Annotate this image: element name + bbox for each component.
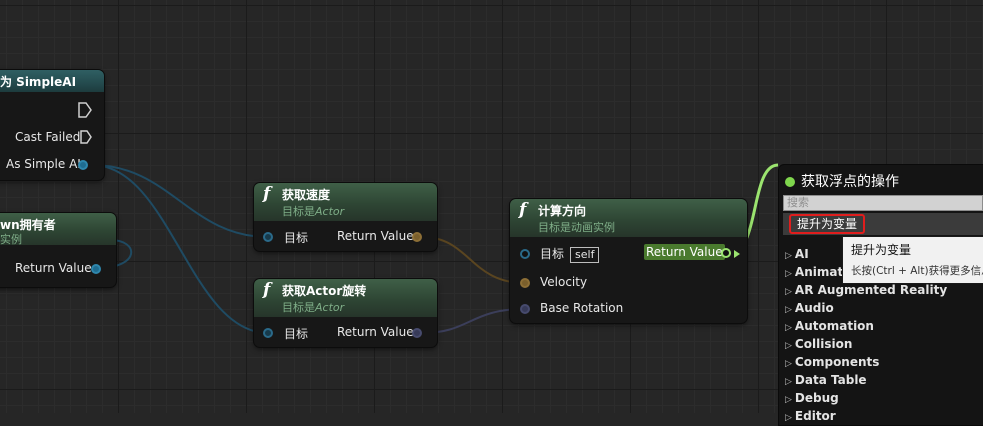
node-header: 为 SimpleAI bbox=[0, 70, 104, 92]
category-collision[interactable]: ▷ Collision bbox=[785, 337, 852, 351]
tooltip-hint: 长按(Ctrl + Alt)获得更多信息 bbox=[851, 265, 983, 277]
return-value-label: Return Value bbox=[644, 244, 725, 260]
node-header: f 获取速度 目标是Actor bbox=[254, 183, 437, 221]
as-simple-ai-label: As Simple AI bbox=[6, 157, 81, 171]
float-type-icon bbox=[785, 177, 795, 187]
tooltip-title: 提升为变量 bbox=[851, 243, 912, 257]
node-subtitle: 实例 bbox=[0, 233, 22, 246]
cast-failed-exec-pin[interactable] bbox=[80, 130, 92, 144]
node-title: 获取Actor旋转 bbox=[282, 284, 367, 298]
expand-triangle-icon: ▷ bbox=[785, 269, 792, 279]
target-label: 目标 bbox=[284, 231, 309, 245]
cast-to-simpleai-node[interactable]: 为 SimpleAI Cast Failed As Simple AI bbox=[0, 70, 104, 180]
category-audio[interactable]: ▷ Audio bbox=[785, 301, 834, 315]
self-default-value[interactable]: self bbox=[570, 247, 600, 263]
base-rotation-pin[interactable] bbox=[520, 304, 530, 314]
target-pin[interactable] bbox=[263, 232, 273, 242]
function-icon: f bbox=[263, 184, 271, 204]
return-value-label: Return Value bbox=[337, 229, 414, 243]
category-ai[interactable]: ▷ AI bbox=[785, 247, 809, 261]
category-data-table[interactable]: ▷ Data Table bbox=[785, 373, 867, 387]
return-value-label: Return Value bbox=[15, 261, 92, 275]
return-value-pin[interactable] bbox=[412, 232, 422, 242]
node-header: f 获取Actor旋转 目标是Actor bbox=[254, 279, 437, 317]
expand-triangle-icon: ▷ bbox=[785, 359, 792, 369]
expand-triangle-icon: ▷ bbox=[785, 251, 792, 261]
wire-cast-to-velocity-target bbox=[91, 164, 269, 238]
target-label: 目标 bbox=[284, 327, 309, 341]
node-subtitle: 目标是Actor bbox=[282, 205, 345, 218]
target-pin[interactable] bbox=[520, 249, 530, 259]
velocity-label: Velocity bbox=[540, 275, 588, 289]
node-header: f 计算方向 目标是动画实例 bbox=[510, 199, 747, 237]
get-velocity-node[interactable]: f 获取速度 目标是Actor 目标 Return Value bbox=[254, 183, 437, 251]
function-icon: f bbox=[263, 280, 271, 300]
category-debug[interactable]: ▷ Debug bbox=[785, 391, 839, 405]
cast-failed-label: Cast Failed bbox=[15, 130, 81, 144]
expand-triangle-icon: ▷ bbox=[785, 305, 792, 315]
function-icon: f bbox=[519, 200, 527, 220]
return-value-pin[interactable] bbox=[91, 264, 101, 274]
expand-triangle-icon: ▷ bbox=[785, 287, 792, 297]
menu-title: 获取浮点的操作 bbox=[785, 171, 899, 191]
velocity-pin[interactable] bbox=[520, 278, 530, 288]
node-title: 为 SimpleAI bbox=[0, 75, 77, 89]
category-automation[interactable]: ▷ Automation bbox=[785, 319, 874, 333]
base-rotation-label: Base Rotation bbox=[540, 301, 624, 315]
node-header: wn拥有者 实例 bbox=[0, 213, 116, 246]
search-input[interactable]: 搜索 bbox=[783, 195, 983, 211]
expand-triangle-icon: ▷ bbox=[785, 413, 792, 423]
node-title: 获取速度 bbox=[282, 188, 331, 202]
category-ar[interactable]: ▷ AR Augmented Reality bbox=[785, 283, 947, 297]
return-value-pin[interactable] bbox=[721, 248, 731, 258]
category-components[interactable]: ▷ Components bbox=[785, 355, 879, 369]
expand-triangle-icon: ▷ bbox=[785, 377, 792, 387]
return-value-label: Return Value bbox=[337, 325, 414, 339]
as-simple-ai-pin[interactable] bbox=[78, 160, 88, 170]
category-editor[interactable]: ▷ Editor bbox=[785, 409, 836, 423]
return-value-pin[interactable] bbox=[412, 328, 422, 338]
expand-triangle-icon: ▷ bbox=[785, 341, 792, 351]
expand-triangle-icon: ▷ bbox=[785, 395, 792, 405]
target-pin[interactable] bbox=[263, 328, 273, 338]
get-actor-rotation-node[interactable]: f 获取Actor旋转 目标是Actor 目标 Return Value bbox=[254, 279, 437, 347]
action-context-menu[interactable]: 获取浮点的操作 搜索 提升为变量 ▷ AI ▷ Animation ▷ AR Augm… bbox=[778, 164, 983, 426]
get-pawn-owner-node[interactable]: wn拥有者 实例 Return Value bbox=[0, 213, 116, 287]
node-subtitle: 目标是Actor bbox=[282, 301, 345, 314]
wire-cast-to-rotation-target bbox=[91, 164, 269, 334]
expand-triangle-icon: ▷ bbox=[785, 323, 792, 333]
promote-to-variable-item[interactable]: 提升为变量 bbox=[789, 214, 866, 234]
node-title: 计算方向 bbox=[538, 204, 587, 218]
promote-tooltip: 提升为变量 长按(Ctrl + Alt)获得更多信息 bbox=[842, 236, 983, 284]
exec-out-pin[interactable] bbox=[78, 102, 92, 118]
return-value-arrow-icon bbox=[734, 250, 740, 258]
target-label: 目标 self bbox=[540, 245, 600, 263]
calculate-direction-node[interactable]: f 计算方向 目标是动画实例 目标 self Return Value Veloc… bbox=[510, 199, 747, 323]
node-subtitle: 目标是动画实例 bbox=[538, 221, 615, 234]
